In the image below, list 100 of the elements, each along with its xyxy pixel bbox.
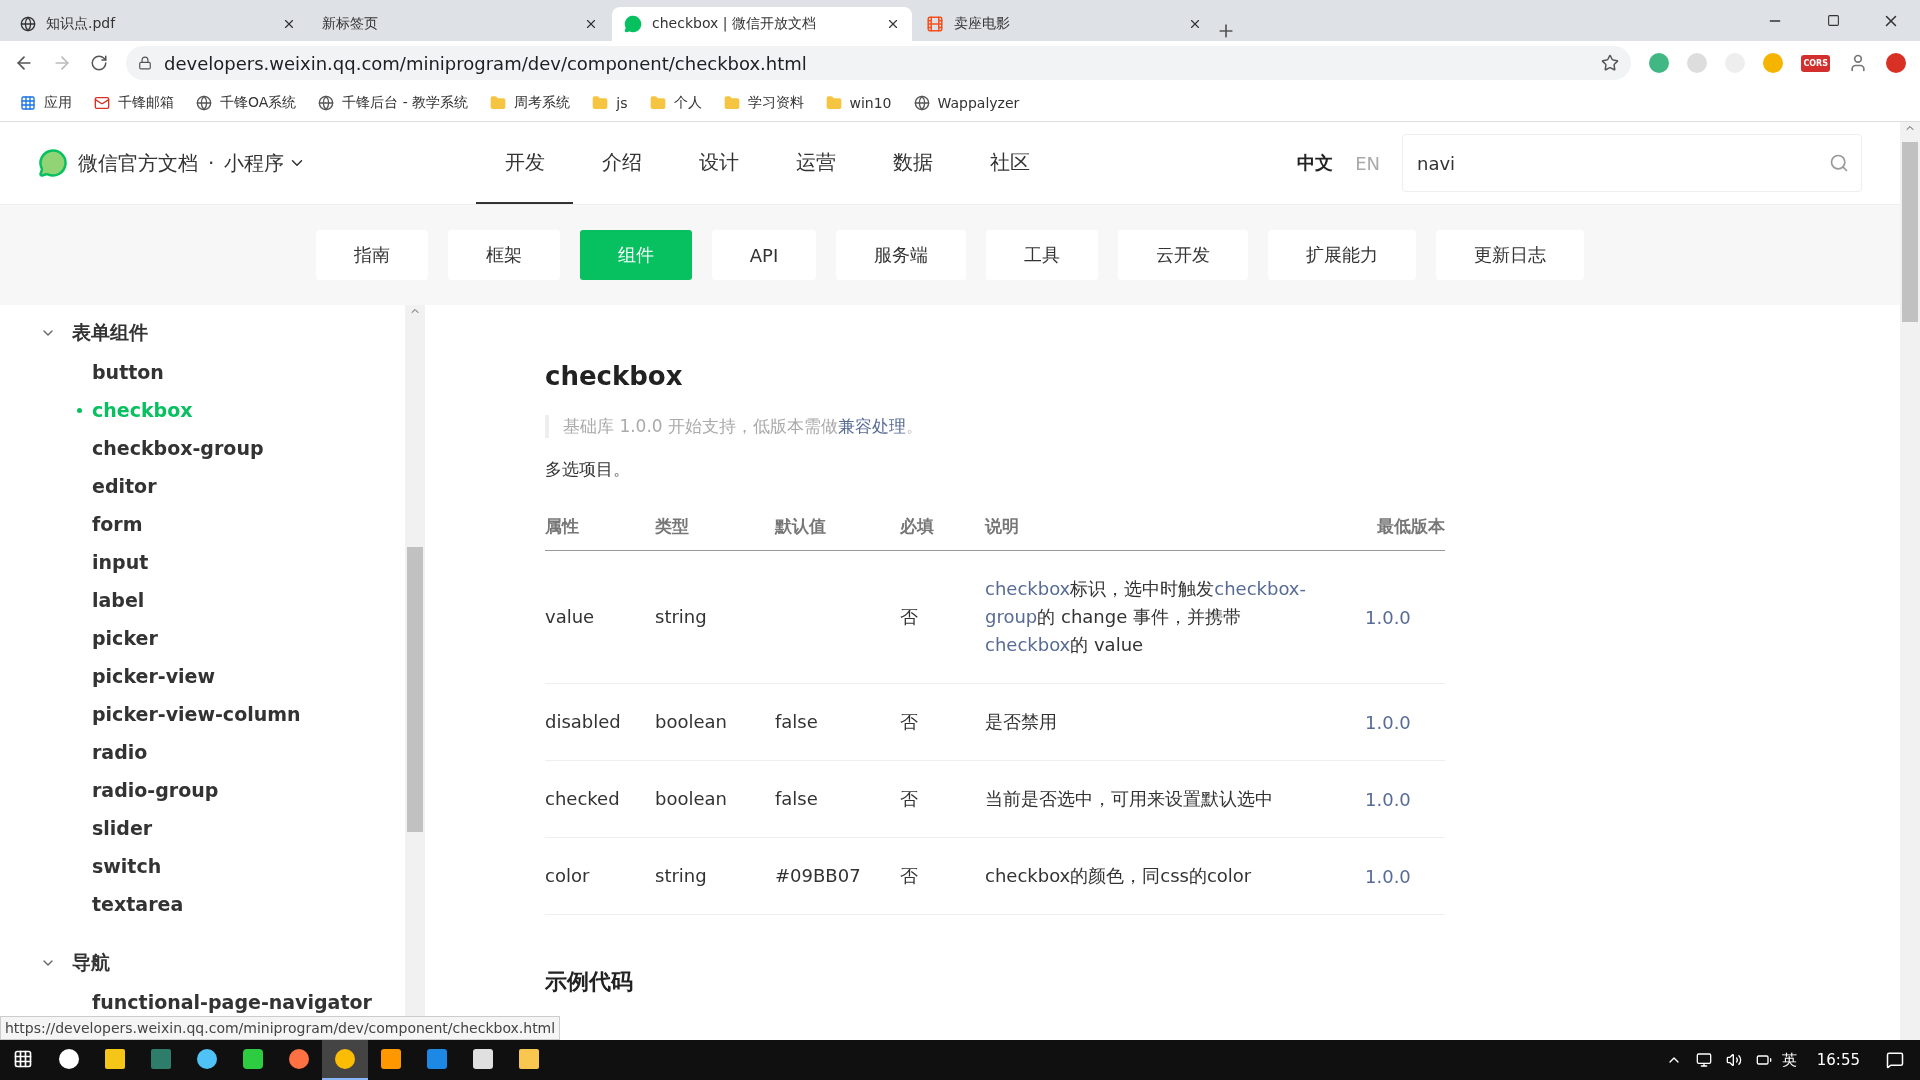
lock-icon bbox=[138, 56, 152, 70]
sidebar-item[interactable]: radio bbox=[40, 733, 405, 771]
sidebar-item[interactable]: picker-view bbox=[40, 657, 405, 695]
browser-tab[interactable]: 卖座电影 bbox=[914, 7, 1214, 41]
sidebar-item[interactable]: picker-view-column bbox=[40, 695, 405, 733]
close-icon[interactable] bbox=[282, 17, 296, 31]
table-cell: string bbox=[655, 837, 775, 915]
sidebar-item[interactable]: editor bbox=[40, 467, 405, 505]
sidebar-item[interactable]: button bbox=[40, 353, 405, 391]
nav-link[interactable]: 社区 bbox=[961, 122, 1059, 204]
bookmark[interactable]: 个人 bbox=[649, 94, 702, 112]
profile-icon[interactable] bbox=[1848, 53, 1868, 73]
table-cell: checkbox的颜色，同css的color bbox=[985, 837, 1365, 915]
scroll-thumb[interactable] bbox=[407, 547, 423, 832]
bookmark[interactable]: 应用 bbox=[20, 94, 72, 112]
category-button[interactable]: 云开发 bbox=[1118, 230, 1249, 280]
bookmark[interactable]: 周考系统 bbox=[490, 94, 571, 112]
table-cell: 否 bbox=[900, 760, 985, 838]
close-icon[interactable] bbox=[886, 17, 900, 31]
bookmark[interactable]: 学习资料 bbox=[723, 94, 804, 112]
bookmark[interactable]: js bbox=[592, 95, 628, 111]
table-cell: 1.0.0 bbox=[1365, 760, 1445, 838]
globe-icon bbox=[318, 95, 335, 111]
language-option[interactable]: 中文 bbox=[1297, 151, 1334, 175]
table-cell: checkbox标识，选中时触发checkbox-group的 change 事件，并携带 checkbox的 value bbox=[985, 550, 1365, 684]
search-field[interactable]: navi bbox=[1415, 151, 1829, 175]
product-dropdown[interactable]: 小程序 bbox=[224, 149, 307, 177]
sidebar-item[interactable]: textarea bbox=[40, 885, 405, 923]
sidebar-group-title[interactable]: 表单组件 bbox=[72, 320, 148, 346]
column-header: 属性 bbox=[545, 503, 655, 551]
sidebar-group-title[interactable]: 导航 bbox=[72, 950, 110, 976]
column-header: 必填 bbox=[900, 503, 985, 551]
category-button[interactable]: 服务端 bbox=[836, 230, 967, 280]
nav-link[interactable]: 介绍 bbox=[573, 122, 671, 204]
table-cell: 1.0.0 bbox=[1365, 550, 1445, 684]
category-button[interactable]: 工具 bbox=[986, 230, 1099, 280]
search-icon[interactable] bbox=[1829, 153, 1849, 173]
folder-icon bbox=[723, 95, 740, 111]
table-cell: 是否禁用 bbox=[985, 683, 1365, 761]
search-box[interactable]: navi bbox=[1402, 134, 1862, 192]
scroll-thumb[interactable] bbox=[1902, 142, 1918, 322]
table-cell: #09BB07 bbox=[775, 837, 900, 915]
nav-link[interactable]: 数据 bbox=[864, 122, 962, 204]
table-cell: boolean bbox=[655, 760, 775, 838]
category-button[interactable]: 扩展能力 bbox=[1268, 230, 1417, 280]
globe-icon bbox=[20, 16, 36, 32]
section-heading: 示例代码 bbox=[545, 968, 634, 996]
sidebar-item[interactable]: switch bbox=[40, 847, 405, 885]
table-cell: 当前是否选中，可用来设置默认选中 bbox=[985, 760, 1365, 838]
address-bar[interactable]: developers.weixin.qq.com/miniprogram/dev/component/checkbox.html bbox=[126, 46, 1632, 80]
input-method[interactable]: 英 bbox=[1781, 1050, 1797, 1070]
browser-tab[interactable]: checkbox | 微信开放文档 bbox=[612, 7, 912, 41]
apps-icon bbox=[20, 95, 36, 111]
battery-icon[interactable] bbox=[1755, 1052, 1772, 1068]
film-icon bbox=[926, 15, 944, 33]
table-cell: checked bbox=[545, 760, 655, 838]
bookmark[interactable]: 千锋OA系统 bbox=[196, 94, 297, 112]
site-title[interactable]: 微信官方文档 bbox=[78, 149, 198, 177]
column-header: 类型 bbox=[655, 503, 775, 551]
nav-link[interactable]: 运营 bbox=[767, 122, 865, 204]
bookmark[interactable]: 千锋后台 - 教学系统 bbox=[318, 94, 469, 112]
table-cell: value bbox=[545, 550, 655, 684]
mail-icon bbox=[94, 95, 110, 111]
page-scrollbar[interactable] bbox=[1900, 122, 1920, 1040]
table-cell: 1.0.0 bbox=[1365, 683, 1445, 761]
network-icon[interactable] bbox=[1695, 1052, 1712, 1068]
category-button[interactable]: 框架 bbox=[447, 230, 560, 280]
page-title: checkbox bbox=[545, 361, 684, 391]
close-icon[interactable] bbox=[584, 17, 598, 31]
bookmark[interactable]: 千锋邮箱 bbox=[94, 94, 174, 112]
category-button[interactable]: 更新日志 bbox=[1436, 230, 1585, 280]
sidebar-item[interactable]: form bbox=[40, 505, 405, 543]
compat-link[interactable]: 兼容处理 bbox=[838, 416, 907, 436]
sidebar-item[interactable]: radio-group bbox=[40, 771, 405, 809]
sidebar-item[interactable]: label bbox=[40, 581, 405, 619]
notification-icon[interactable] bbox=[1886, 1051, 1904, 1069]
table-cell: 1.0.0 bbox=[1365, 837, 1445, 915]
folder-icon bbox=[490, 95, 507, 111]
nav-link[interactable]: 设计 bbox=[670, 122, 768, 204]
close-icon[interactable] bbox=[1188, 17, 1202, 31]
bookmark-star-icon[interactable] bbox=[1601, 54, 1620, 72]
browser-tab[interactable]: 知识点.pdf bbox=[8, 7, 308, 41]
folder-icon bbox=[592, 95, 609, 111]
chat-bubble-icon bbox=[624, 15, 642, 33]
clock[interactable]: 16:55 bbox=[1816, 1051, 1860, 1069]
browser-tab[interactable]: 新标签页 bbox=[310, 7, 610, 41]
category-button[interactable]: 指南 bbox=[315, 230, 428, 280]
reload-icon[interactable] bbox=[90, 54, 108, 72]
sidebar-item[interactable]: picker bbox=[40, 619, 405, 657]
bookmark[interactable]: win10 bbox=[825, 95, 892, 111]
volume-icon[interactable] bbox=[1725, 1052, 1742, 1068]
cors-extension[interactable]: CORS bbox=[1801, 54, 1830, 72]
folder-icon bbox=[649, 95, 666, 111]
sidebar-item[interactable]: input bbox=[40, 543, 405, 581]
bookmark[interactable]: Wappalyzer bbox=[913, 95, 1020, 111]
table-cell: false bbox=[775, 683, 900, 761]
table-cell: 否 bbox=[900, 683, 985, 761]
sidebar-item[interactable]: checkbox-group bbox=[40, 429, 405, 467]
category-button[interactable]: API bbox=[711, 230, 817, 280]
sidebar-item[interactable]: slider bbox=[40, 809, 405, 847]
